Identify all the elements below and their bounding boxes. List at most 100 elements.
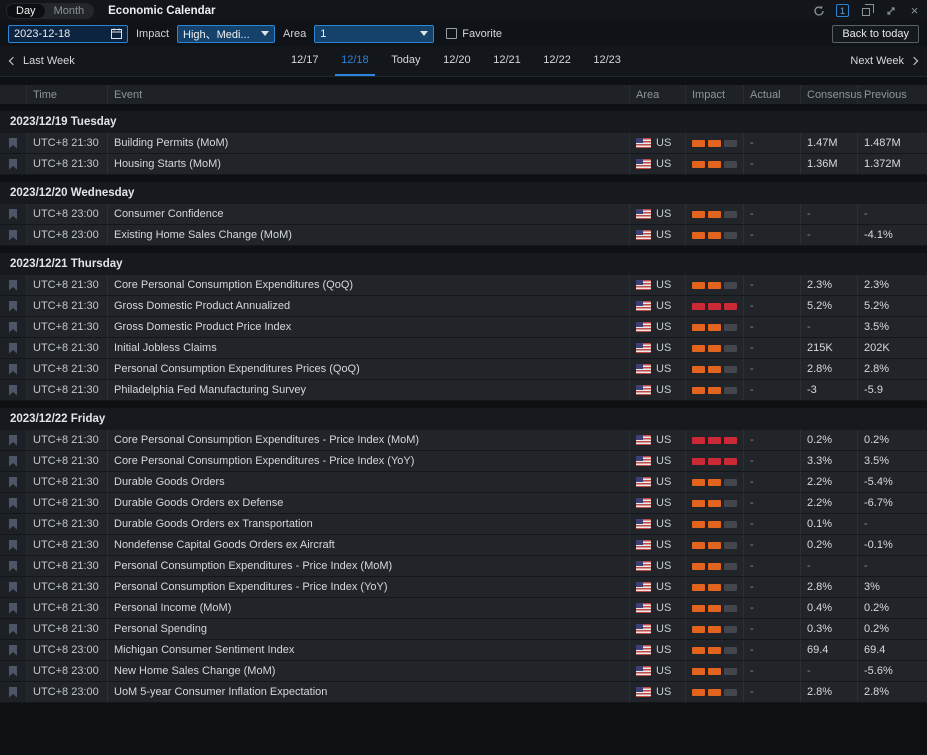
event-row[interactable]: UTC+8 21:30 Durable Goods Orders ex Trans… <box>0 514 927 535</box>
favorite-checkbox[interactable] <box>446 28 458 39</box>
impact-bar <box>692 436 705 444</box>
tab-day[interactable]: Day <box>7 3 45 18</box>
bookmark-icon[interactable] <box>9 300 17 312</box>
impact-medium-indicator <box>692 478 737 486</box>
event-row[interactable]: UTC+8 21:30 Durable Goods Orders US -2.2% -5… <box>0 472 927 493</box>
bookmark-icon[interactable] <box>9 560 17 572</box>
next-week-button[interactable]: Next Week <box>850 55 919 67</box>
impact-bar <box>708 457 721 465</box>
event-row[interactable]: UTC+8 21:30 Core Personal Consumption Exp… <box>0 451 927 472</box>
bookmark-icon[interactable] <box>9 665 17 677</box>
date-picker-input[interactable]: 2023-12-18 <box>8 24 128 43</box>
event-name: Consumer Confidence <box>108 204 630 224</box>
bookmark-icon[interactable] <box>9 363 17 375</box>
bookmark-icon[interactable] <box>9 497 17 509</box>
event-row[interactable]: UTC+8 21:30 Durable Goods Orders ex Defen… <box>0 493 927 514</box>
impact-bar <box>692 386 705 394</box>
bookmark-cell <box>0 577 27 597</box>
bookmark-icon[interactable] <box>9 229 17 241</box>
bookmark-icon[interactable] <box>9 623 17 635</box>
event-row[interactable]: UTC+8 21:30 Personal Consumption Expendit… <box>0 577 927 598</box>
actual-value: - <box>744 577 801 597</box>
table-header: Time Event Area Impact Actual Consensus … <box>0 85 927 104</box>
refresh-icon[interactable] <box>812 4 825 17</box>
week-day-12-23[interactable]: 12/23 <box>587 46 627 76</box>
impact-bar <box>708 562 721 570</box>
impact-select[interactable]: High、Medi... <box>177 24 276 43</box>
event-row[interactable]: UTC+8 23:00 Michigan Consumer Sentiment I… <box>0 640 927 661</box>
bookmark-icon[interactable] <box>9 137 17 149</box>
area-select[interactable]: 1 <box>314 24 435 43</box>
bookmark-icon[interactable] <box>9 279 17 291</box>
impact-bar <box>724 231 737 239</box>
previous-value: 0.2% <box>864 434 890 446</box>
week-day-12-20[interactable]: 12/20 <box>437 46 477 76</box>
titlebar: Day Month Economic Calendar 1 × <box>0 0 927 21</box>
event-row[interactable]: UTC+8 23:00 Consumer Confidence US - - - <box>0 204 927 225</box>
impact-bar <box>708 583 721 591</box>
event-row[interactable]: UTC+8 21:30 Personal Income (MoM) US -0.4% 0… <box>0 598 927 619</box>
impact-bar <box>708 646 721 654</box>
bookmark-icon[interactable] <box>9 518 17 530</box>
event-row[interactable]: UTC+8 21:30 Initial Jobless Claims US -215K… <box>0 338 927 359</box>
bookmark-cell <box>0 380 27 400</box>
event-row[interactable]: UTC+8 21:30 Core Personal Consumption Exp… <box>0 275 927 296</box>
event-row[interactable]: UTC+8 21:30 Philadelphia Fed Manufacturin… <box>0 380 927 401</box>
us-flag-icon <box>636 519 651 529</box>
impact-bar <box>692 478 705 486</box>
impact-cell <box>686 133 744 153</box>
window-count-badge[interactable]: 1 <box>836 4 849 17</box>
bookmark-cell <box>0 338 27 358</box>
bookmark-cell <box>0 514 27 534</box>
bookmark-icon[interactable] <box>9 581 17 593</box>
bookmark-icon[interactable] <box>9 342 17 354</box>
event-row[interactable]: UTC+8 23:00 UoM 5-year Consumer Inflation… <box>0 682 927 703</box>
header-event: Event <box>108 85 630 104</box>
event-row[interactable]: UTC+8 21:30 Personal Consumption Expendit… <box>0 556 927 577</box>
restore-window-icon[interactable] <box>860 3 874 17</box>
bookmark-icon[interactable] <box>9 384 17 396</box>
bookmark-cell <box>0 225 27 245</box>
tab-month[interactable]: Month <box>45 4 94 18</box>
area-code: US <box>656 539 672 551</box>
event-row[interactable]: UTC+8 21:30 Personal Consumption Expendit… <box>0 359 927 380</box>
impact-medium-indicator <box>692 646 737 654</box>
bookmark-icon[interactable] <box>9 476 17 488</box>
area-code: US <box>656 455 672 467</box>
expand-icon[interactable] <box>884 4 897 17</box>
impact-cell <box>686 640 744 660</box>
event-row[interactable]: UTC+8 23:00 Existing Home Sales Change (M… <box>0 225 927 246</box>
event-row[interactable]: UTC+8 21:30 Nondefense Capital Goods Orde… <box>0 535 927 556</box>
week-day-12-22[interactable]: 12/22 <box>537 46 577 76</box>
impact-selected-value: High、Medi... <box>183 28 250 41</box>
event-row[interactable]: UTC+8 23:00 New Home Sales Change (MoM) US… <box>0 661 927 682</box>
back-to-today-button[interactable]: Back to today <box>832 24 919 43</box>
bookmark-icon[interactable] <box>9 158 17 170</box>
event-row[interactable]: UTC+8 21:30 Core Personal Consumption Exp… <box>0 430 927 451</box>
bookmark-icon[interactable] <box>9 455 17 467</box>
header-time: Time <box>27 85 108 104</box>
impact-cell <box>686 204 744 224</box>
event-row[interactable]: UTC+8 21:30 Housing Starts (MoM) US -1.36M 1… <box>0 154 927 175</box>
consensus-value: 0.1% <box>801 514 858 534</box>
event-row[interactable]: UTC+8 21:30 Personal Spending US -0.3% 0.2% <box>0 619 927 640</box>
week-day-12-18[interactable]: 12/18 <box>335 46 375 76</box>
bookmark-icon[interactable] <box>9 602 17 614</box>
impact-bar <box>708 478 721 486</box>
close-icon[interactable]: × <box>908 4 921 17</box>
bookmark-icon[interactable] <box>9 644 17 656</box>
favorite-filter[interactable]: Favorite <box>446 28 502 40</box>
last-week-button[interactable]: Last Week <box>8 55 75 67</box>
event-row[interactable]: UTC+8 21:30 Building Permits (MoM) US -1.47… <box>0 133 927 154</box>
impact-bar <box>708 323 721 331</box>
bookmark-icon[interactable] <box>9 434 17 446</box>
week-day-today[interactable]: Today <box>385 46 426 76</box>
bookmark-icon[interactable] <box>9 686 17 698</box>
bookmark-icon[interactable] <box>9 321 17 333</box>
bookmark-icon[interactable] <box>9 539 17 551</box>
week-day-12-21[interactable]: 12/21 <box>487 46 527 76</box>
bookmark-icon[interactable] <box>9 208 17 220</box>
event-row[interactable]: UTC+8 21:30 Gross Domestic Product Price … <box>0 317 927 338</box>
event-row[interactable]: UTC+8 21:30 Gross Domestic Product Annual… <box>0 296 927 317</box>
week-day-12-17[interactable]: 12/17 <box>285 46 325 76</box>
